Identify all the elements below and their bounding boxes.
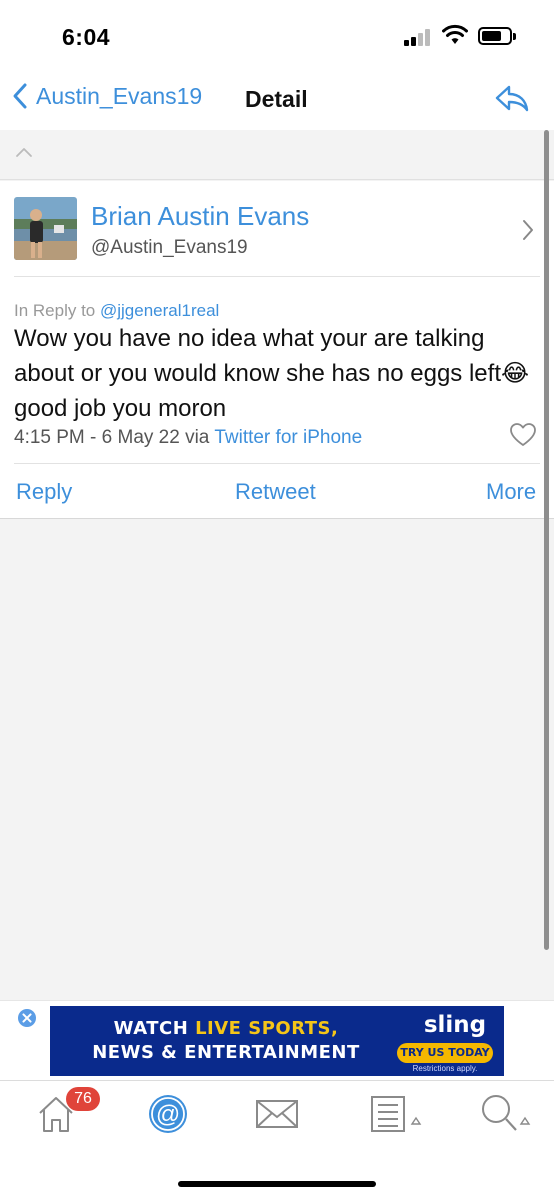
user-handle: @Austin_Evans19 xyxy=(91,237,248,258)
retweet-button[interactable]: Retweet xyxy=(235,479,316,505)
tweet-meta: 4:15 PM - 6 May 22 via Twitter for iPhon… xyxy=(14,427,362,449)
avatar[interactable] xyxy=(14,197,77,260)
page-title: Detail xyxy=(245,86,308,112)
chevron-left-icon xyxy=(13,83,27,109)
navigation-bar: Austin_Evans19 Detail xyxy=(0,74,554,130)
user-display-name[interactable]: Brian Austin Evans xyxy=(91,201,309,232)
home-indicator xyxy=(178,1181,376,1187)
share-reply-button[interactable] xyxy=(493,82,531,119)
ad-area: WATCH LIVE SPORTS, NEWS & ENTERTAINMENT … xyxy=(0,1000,554,1080)
search-icon xyxy=(482,1095,531,1131)
heart-icon[interactable] xyxy=(509,422,537,448)
reply-handle-link[interactable]: @jjgeneral1real xyxy=(100,301,219,320)
close-ad-icon[interactable] xyxy=(18,1009,36,1027)
ad-disclaimer: Restrictions apply. xyxy=(412,1064,478,1073)
ad-brand-logo: sling xyxy=(423,1012,487,1038)
wifi-icon xyxy=(442,24,468,44)
cellular-signal-icon xyxy=(404,29,434,46)
battery-icon xyxy=(478,27,516,45)
tweet-client-link[interactable]: Twitter for iPhone xyxy=(214,427,362,448)
ad-headline-accent: LIVE SPORTS, xyxy=(195,1018,339,1039)
notification-badge: 76 xyxy=(66,1087,100,1111)
status-time: 6:04 xyxy=(62,24,111,50)
ad-headline: WATCH LIVE SPORTS, xyxy=(50,1018,402,1039)
tweet-text: Wow you have no idea what your are talki… xyxy=(14,325,530,422)
envelope-icon xyxy=(256,1100,298,1128)
tweet-detail-content: Brian Austin Evans @Austin_Evans19 In Re… xyxy=(0,130,554,1000)
more-button[interactable]: More xyxy=(486,479,536,505)
back-button-label: Austin_Evans19 xyxy=(36,82,203,109)
ad-subheadline: NEWS & ENTERTAINMENT xyxy=(92,1042,360,1063)
tab-mentions[interactable]: @ xyxy=(147,1093,189,1140)
back-button[interactable]: Austin_Evans19 xyxy=(12,82,202,110)
ad-banner[interactable]: WATCH LIVE SPORTS, NEWS & ENTERTAINMENT … xyxy=(50,1006,504,1076)
tab-search[interactable] xyxy=(480,1093,534,1140)
list-icon xyxy=(371,1096,422,1132)
divider xyxy=(14,463,540,464)
chevron-right-icon[interactable] xyxy=(522,219,534,241)
tab-lists[interactable] xyxy=(370,1093,422,1140)
svg-text:@: @ xyxy=(156,1101,180,1128)
scroll-indicator[interactable] xyxy=(544,130,549,950)
tweet-card: Brian Austin Evans @Austin_Evans19 In Re… xyxy=(0,181,554,519)
divider xyxy=(14,276,540,277)
at-sign-icon: @ xyxy=(149,1095,187,1133)
status-bar: 6:04 xyxy=(0,0,554,74)
tweet-timestamp: 4:15 PM - 6 May 22 via xyxy=(14,427,210,448)
reply-context: In Reply to @jjgeneral1real xyxy=(14,301,219,321)
reply-prefix: In Reply to xyxy=(14,301,96,320)
chevron-up-icon xyxy=(16,148,32,157)
tab-messages[interactable] xyxy=(255,1093,299,1140)
reply-button[interactable]: Reply xyxy=(16,479,72,505)
reply-arrow-icon xyxy=(495,85,529,112)
collapse-row[interactable] xyxy=(0,130,554,180)
ad-headline-prefix: WATCH xyxy=(113,1018,189,1039)
ad-cta-button[interactable]: TRY US TODAY xyxy=(397,1043,493,1063)
